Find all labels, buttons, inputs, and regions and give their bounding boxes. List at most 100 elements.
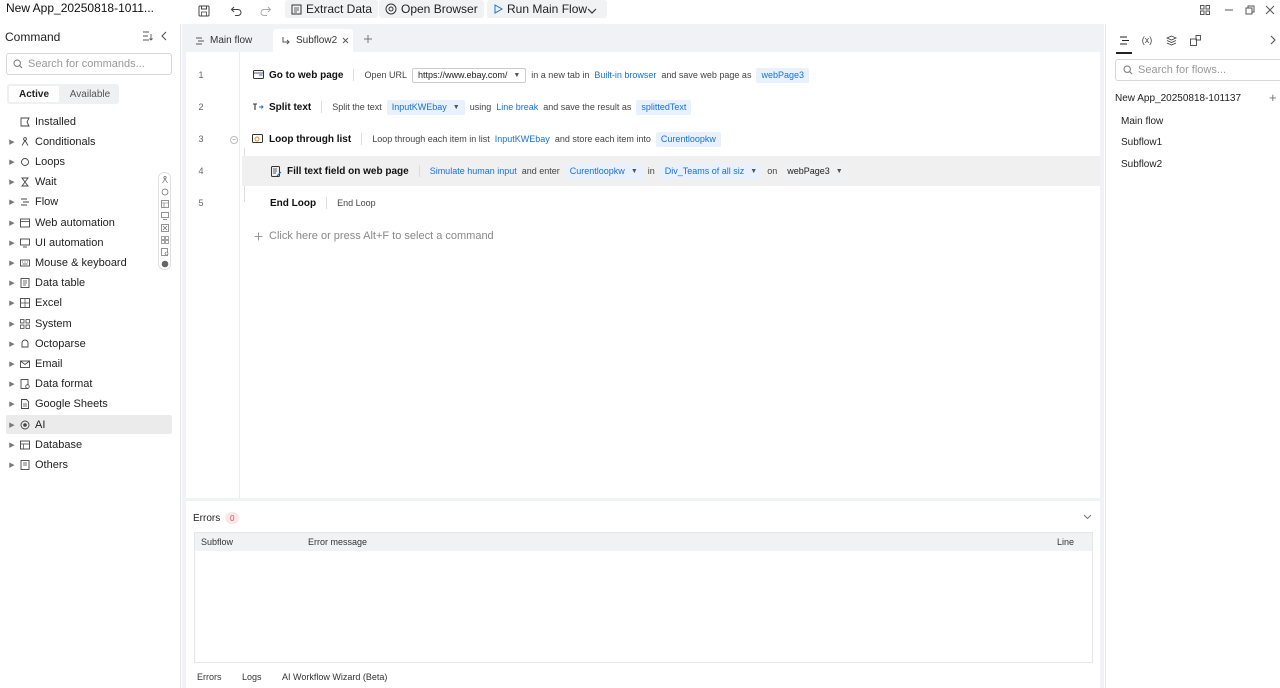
category-google-sheets[interactable]: ▶ Google Sheets <box>6 395 172 414</box>
add-flow-icon[interactable]: + <box>1269 90 1277 105</box>
expand-caret-icon[interactable]: ▶ <box>6 239 18 247</box>
step-loop-through-list[interactable]: Loop through list Loop through each item… <box>242 124 1100 154</box>
input-variable-select[interactable]: InputKWEbay ▼ <box>386 99 465 115</box>
layout-grid-icon[interactable] <box>1197 2 1213 18</box>
chevron-right-icon[interactable] <box>1265 32 1280 48</box>
category-flow[interactable]: ▶ Flow <box>6 193 172 212</box>
segment-active[interactable]: Active <box>9 86 59 102</box>
flows-tab-icon[interactable] <box>1116 32 1132 48</box>
category-others[interactable]: ▶ Others <box>6 455 172 474</box>
category-conditionals[interactable]: ▶ Conditionals <box>6 132 172 151</box>
layers-tab-icon[interactable] <box>1163 32 1179 48</box>
step-text: on <box>767 166 778 176</box>
mouse-keyboard-icon <box>18 257 32 269</box>
expand-caret-icon[interactable]: ▶ <box>6 198 18 206</box>
expand-caret-icon[interactable]: ▶ <box>6 138 18 146</box>
ui-automation-icon <box>18 237 32 249</box>
expand-caret-icon[interactable]: ▶ <box>6 158 18 166</box>
category-label: Loops <box>35 155 65 168</box>
open-browser-button[interactable]: Open Browser <box>379 0 484 18</box>
url-select[interactable]: https://www.ebay.com/ ▼ <box>411 67 527 83</box>
step-go-to-web-page[interactable]: Go to web page Open URL https://www.ebay… <box>242 60 1100 90</box>
segment-available[interactable]: Available <box>63 86 117 102</box>
step-name: End Loop <box>270 197 317 209</box>
category-mouse-keyboard[interactable]: ▶ Mouse & keyboard <box>6 253 172 272</box>
error-count-badge: 0 <box>225 512 240 524</box>
subflow-icon <box>281 36 291 46</box>
tab-logs[interactable]: Logs <box>242 672 262 682</box>
list-variable-link[interactable]: InputKWEbay <box>495 134 550 144</box>
restore-icon[interactable] <box>1242 2 1258 18</box>
expand-caret-icon[interactable]: ▶ <box>6 299 18 307</box>
tab-ai-workflow-wizard[interactable]: AI Workflow Wizard (Beta) <box>282 672 387 682</box>
collapse-panel-icon[interactable] <box>160 31 168 41</box>
variable-chip[interactable]: splittedText <box>636 99 692 115</box>
category-web-automation[interactable]: ▶ Web automation <box>6 213 172 232</box>
value-variable-select[interactable]: Curentloopkw ▼ <box>564 163 643 179</box>
category-data-table[interactable]: ▶ Data table <box>6 274 172 293</box>
input-mode-link[interactable]: Simulate human input <box>430 166 517 176</box>
expand-caret-icon[interactable]: ▶ <box>6 360 18 368</box>
flow-item-main-flow[interactable]: Main flow <box>1121 116 1163 127</box>
extract-data-button[interactable]: Extract Data <box>285 0 379 18</box>
category-label: Flow <box>35 196 59 209</box>
category-system[interactable]: ▶ System <box>6 314 172 333</box>
tab-main-flow[interactable]: Main flow <box>187 29 260 52</box>
tab-subflow2[interactable]: Subflow2 <box>273 29 353 52</box>
variable-chip[interactable]: Curentloopkw <box>655 131 721 147</box>
category-loops[interactable]: ▶ Loops <box>6 152 172 171</box>
collapse-loop-toggle[interactable]: − <box>230 136 238 144</box>
command-search-input[interactable]: Search for commands... <box>6 53 172 75</box>
category-wait[interactable]: ▶ Wait <box>6 173 172 192</box>
expand-caret-icon[interactable]: ▶ <box>6 320 18 328</box>
category-ui-automation[interactable]: ▶ UI automation <box>6 233 172 252</box>
category-octoparse[interactable]: ▶ Octoparse <box>6 334 172 353</box>
redo-icon[interactable] <box>256 2 274 20</box>
fill-text-field-icon <box>270 165 282 177</box>
delimiter-link[interactable]: Line break <box>496 102 538 112</box>
flow-item-subflow2[interactable]: Subflow2 <box>1121 159 1162 170</box>
undo-icon[interactable] <box>227 2 245 20</box>
divider <box>418 165 420 177</box>
category-ai[interactable]: ▶ AI <box>6 415 172 434</box>
expand-caret-icon[interactable]: ▶ <box>6 400 18 408</box>
page-select[interactable]: webPage3 ▼ <box>782 163 848 179</box>
category-excel[interactable]: ▶ Excel <box>6 294 172 313</box>
flow-search-input[interactable]: Search for flows... <box>1115 59 1280 81</box>
close-tab-icon[interactable] <box>342 37 349 44</box>
element-select[interactable]: Div_Teams of all siz ▼ <box>659 163 763 179</box>
category-email[interactable]: ▶ Email <box>6 354 172 373</box>
minimize-icon[interactable] <box>1221 2 1237 18</box>
category-label: Web automation <box>35 216 115 229</box>
expand-caret-icon[interactable]: ▶ <box>6 441 18 449</box>
expand-caret-icon[interactable]: ▶ <box>6 259 18 267</box>
step-end-loop[interactable]: End Loop End Loop <box>242 188 1100 218</box>
tab-errors[interactable]: Errors <box>197 672 222 682</box>
variable-chip[interactable]: webPage3 <box>756 67 809 83</box>
expand-caret-icon[interactable]: ▶ <box>6 421 18 429</box>
variables-tab-icon[interactable]: (x) <box>1139 32 1155 48</box>
save-icon[interactable] <box>195 2 213 20</box>
add-tab-icon[interactable] <box>363 34 373 44</box>
elements-tab-icon[interactable] <box>1187 32 1203 48</box>
add-command-hint[interactable]: Click here or press Alt+F to select a co… <box>254 230 494 242</box>
flow-item-subflow1[interactable]: Subflow1 <box>1121 137 1162 148</box>
expand-caret-icon[interactable]: ▶ <box>6 219 18 227</box>
expand-caret-icon[interactable]: ▶ <box>6 279 18 287</box>
category-installed[interactable]: Installed <box>6 112 172 131</box>
tab-subflow2-label: Subflow2 <box>296 35 338 46</box>
category-data-format[interactable]: ▶ Data format <box>6 375 172 394</box>
close-icon[interactable] <box>1262 2 1278 18</box>
expand-caret-icon[interactable]: ▶ <box>6 340 18 348</box>
expand-caret-icon[interactable]: ▶ <box>6 178 18 186</box>
step-fill-text-field[interactable]: Fill text field on web page Simulate hum… <box>242 156 1100 186</box>
browser-link[interactable]: Built-in browser <box>594 70 656 80</box>
step-split-text[interactable]: Split text Split the text InputKWEbay ▼ u… <box>242 92 1100 122</box>
line-number: 3 <box>198 134 204 144</box>
expand-caret-icon[interactable]: ▶ <box>6 380 18 388</box>
chevron-down-icon[interactable] <box>1081 511 1093 523</box>
expand-caret-icon[interactable]: ▶ <box>6 461 18 469</box>
collapse-all-icon[interactable] <box>142 31 153 41</box>
category-database[interactable]: ▶ Database <box>6 435 172 454</box>
chevron-down-icon[interactable] <box>583 2 601 20</box>
